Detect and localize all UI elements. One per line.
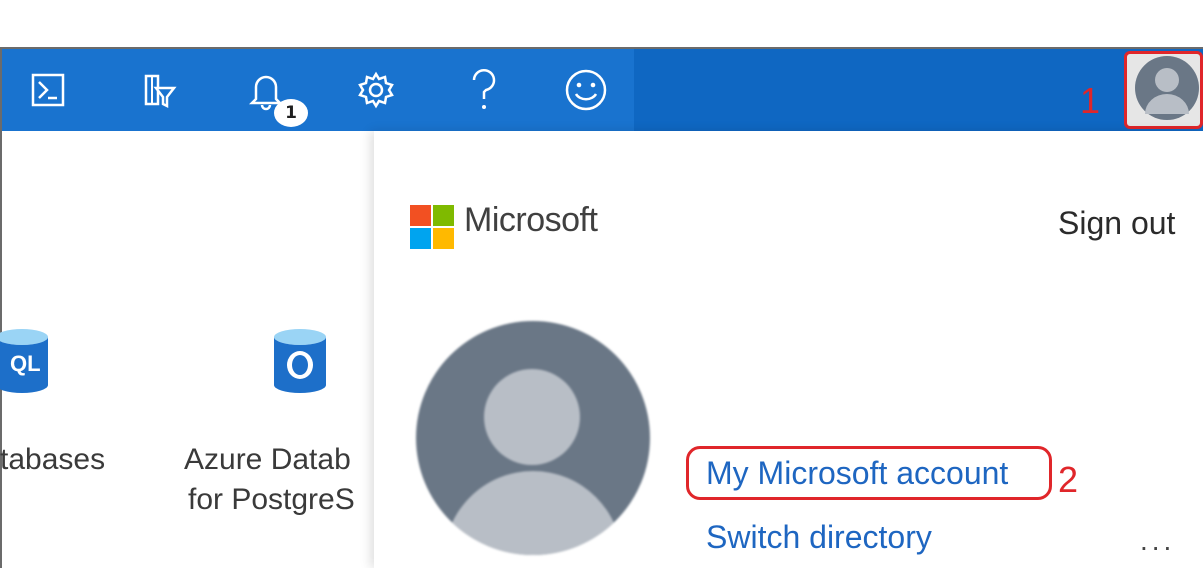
help-icon[interactable] [452, 49, 516, 131]
my-microsoft-account-link[interactable]: My Microsoft account [706, 455, 1008, 492]
account-flyout: Microsoft Sign out My Microsoft account … [374, 131, 1203, 568]
services-tiles-area: QL tabases Azure Datab for PostgreS [0, 131, 374, 568]
annotation-step-2: 2 [1058, 459, 1079, 500]
profile-avatar [416, 321, 650, 555]
sql-database-icon[interactable]: QL [0, 327, 50, 395]
cloud-shell-icon[interactable] [16, 49, 80, 131]
avatar-icon [1135, 56, 1199, 120]
topbar-search-region[interactable] [634, 49, 1203, 131]
microsoft-logo-icon [410, 205, 454, 249]
svg-text:QL: QL [10, 351, 41, 376]
settings-icon[interactable] [344, 49, 408, 131]
brand-name: Microsoft [464, 201, 598, 239]
notification-count-badge: 1 [274, 99, 308, 127]
feedback-icon[interactable] [554, 49, 618, 131]
tile-label-databases[interactable]: tabases [0, 443, 105, 477]
postgresql-database-icon[interactable] [272, 327, 328, 395]
sign-out-link[interactable]: Sign out [1058, 205, 1175, 242]
account-avatar-button[interactable] [1124, 51, 1203, 129]
directory-filter-icon[interactable] [126, 49, 190, 131]
more-options-button[interactable]: ... [1140, 525, 1175, 557]
annotation-step-1: 1 [1080, 80, 1101, 121]
tile-label-postgres-line1[interactable]: Azure Datab [184, 443, 351, 477]
tile-label-postgres-line2[interactable]: for PostgreS [188, 483, 355, 517]
switch-directory-link[interactable]: Switch directory [706, 519, 932, 556]
portal-top-bar: 1 [2, 49, 1203, 131]
